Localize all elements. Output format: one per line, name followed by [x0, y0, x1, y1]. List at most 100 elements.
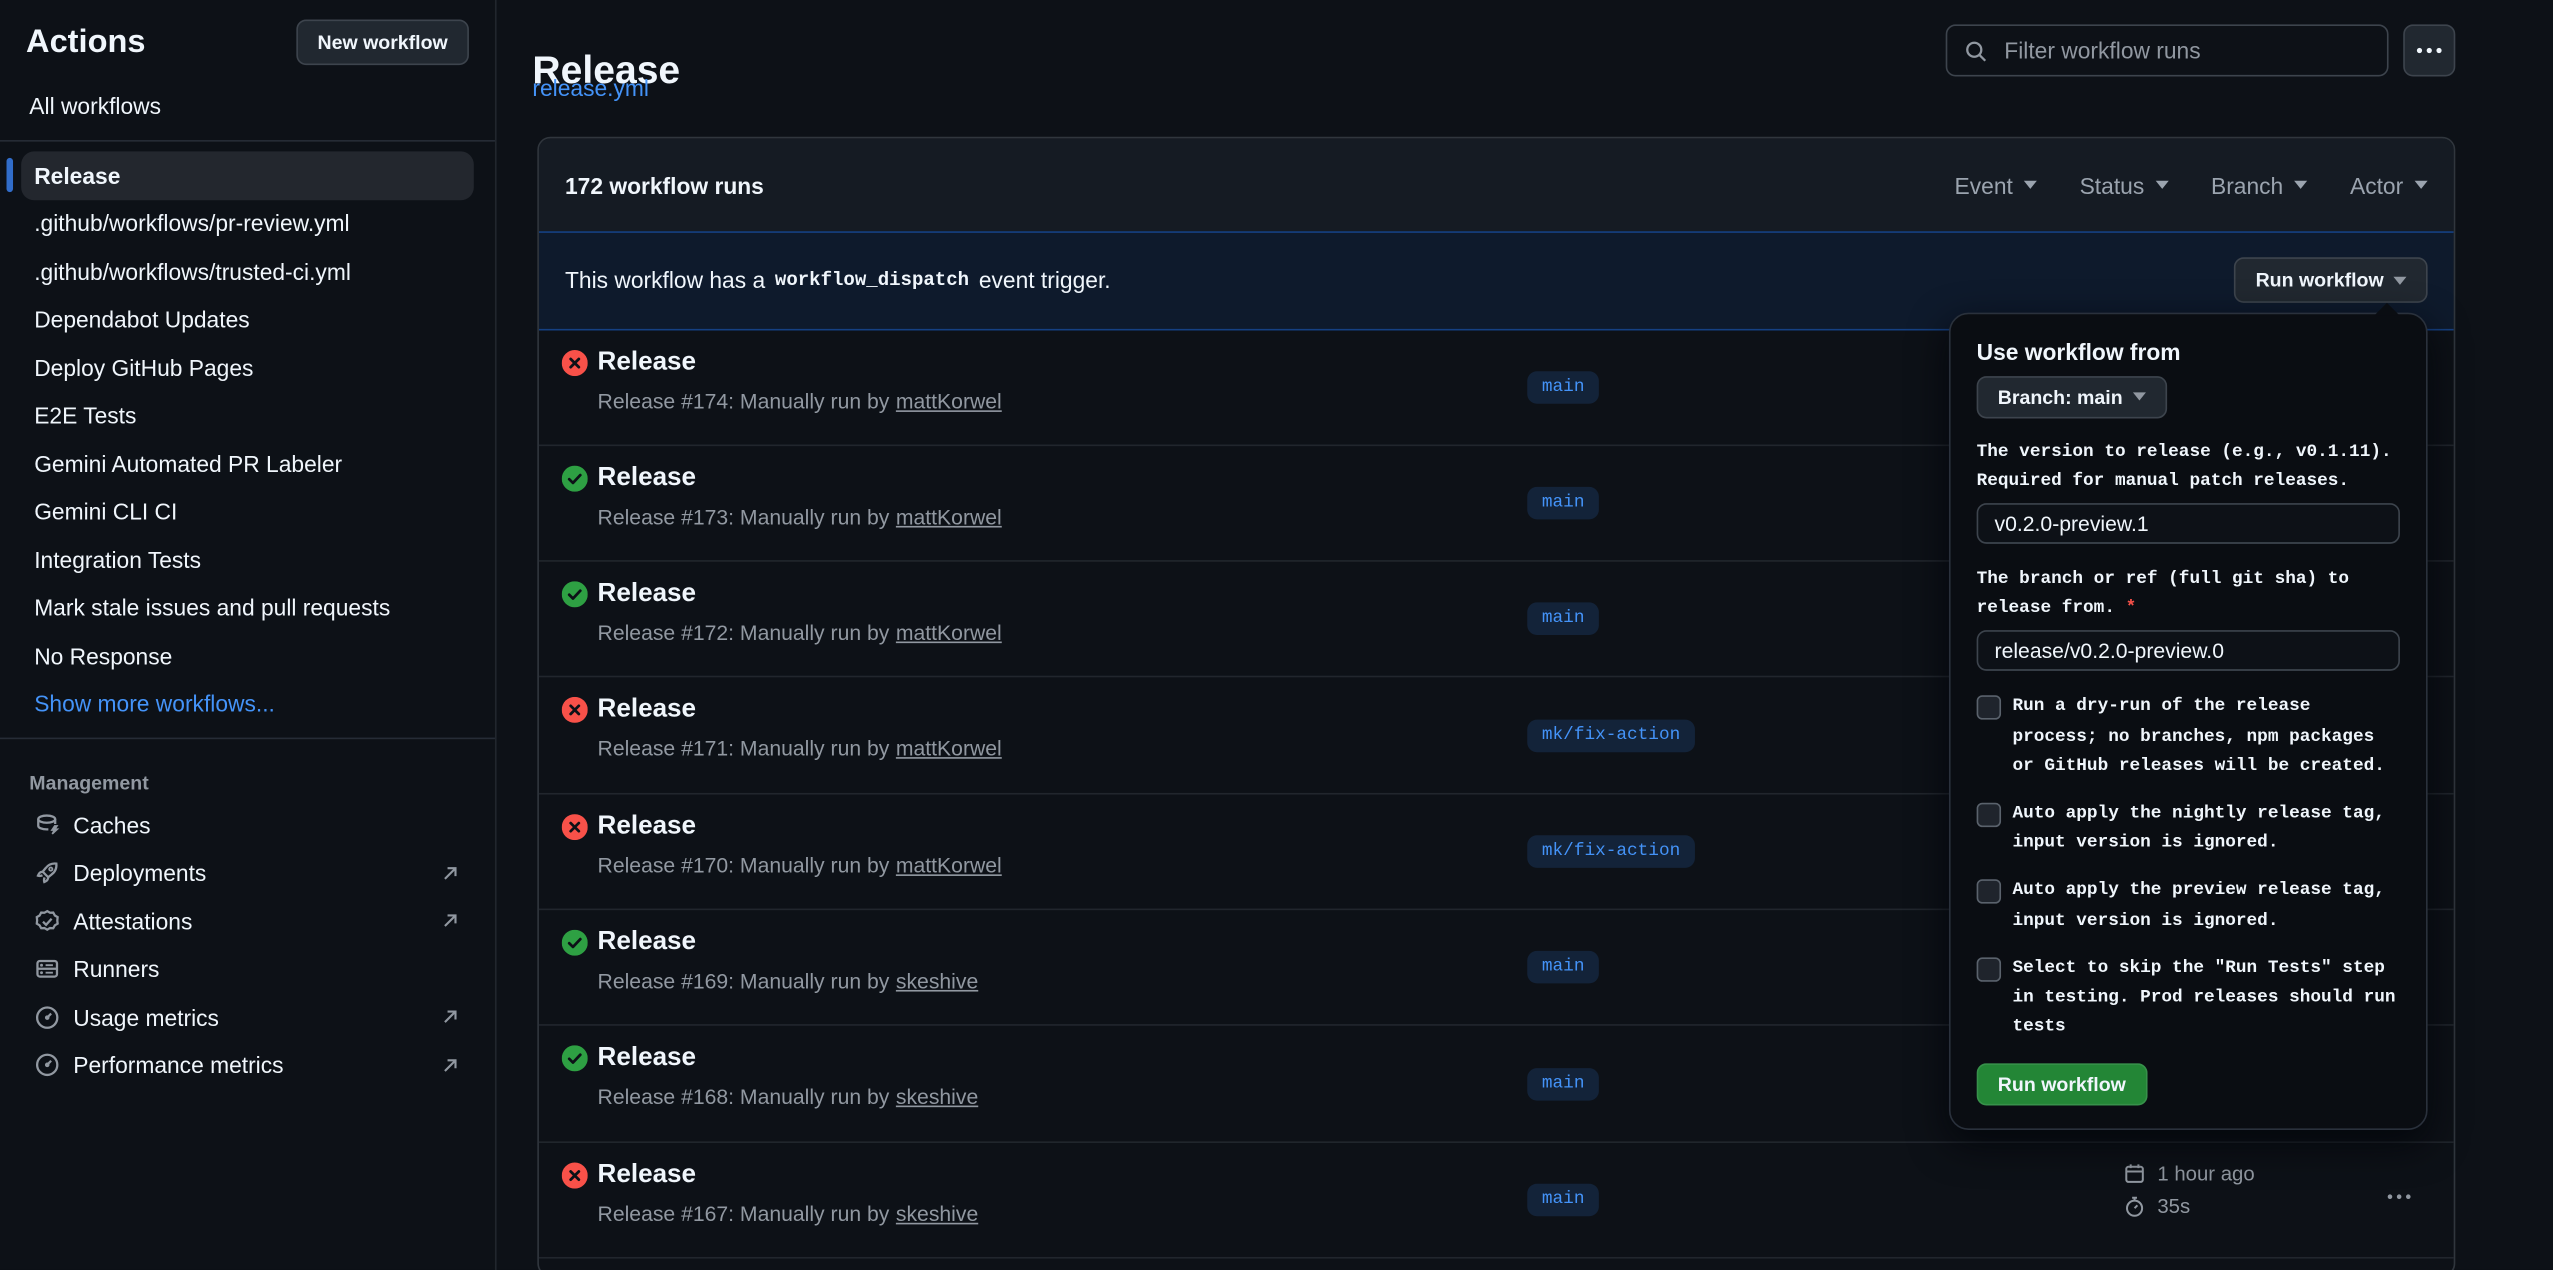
workflow-list: Release .github/workflows/pr-review.yml …: [0, 151, 495, 727]
actor-filter-dropdown[interactable]: Actor: [2350, 172, 2428, 198]
run-duration: 35s: [2157, 1195, 2190, 1219]
chevron-down-icon: [2024, 181, 2037, 189]
sidebar-item-gemini-pr-labeler[interactable]: Gemini Automated PR Labeler: [21, 440, 474, 488]
preview-tag-option: Auto apply the preview release tag, inpu…: [1977, 877, 2400, 936]
branch-filter-dropdown[interactable]: Branch: [2211, 172, 2308, 198]
sidebar-item-performance-metrics[interactable]: Performance metrics: [21, 1041, 474, 1089]
new-workflow-button[interactable]: New workflow: [296, 20, 469, 66]
run-title-link[interactable]: Release: [598, 464, 697, 492]
version-input[interactable]: [1977, 503, 2400, 544]
external-link-icon: [440, 1055, 461, 1076]
run-description: Release #171: Manually run bymattKorwel: [598, 737, 1002, 761]
sidebar-item-usage-metrics[interactable]: Usage metrics: [21, 993, 474, 1041]
branch-select-button[interactable]: Branch: main: [1977, 375, 2167, 417]
run-actor-link[interactable]: mattKorwel: [896, 504, 1002, 528]
sidebar-item-deploy-github-pages[interactable]: Deploy GitHub Pages: [21, 344, 474, 392]
run-actor-link[interactable]: mattKorwel: [896, 737, 1002, 761]
server-icon: [34, 956, 60, 982]
branch-label[interactable]: main: [1527, 951, 1599, 984]
sidebar-item-gemini-cli-ci[interactable]: Gemini CLI CI: [21, 488, 474, 536]
sidebar-divider: [0, 738, 495, 740]
run-title-link[interactable]: Release: [598, 1044, 697, 1072]
sidebar-item-pr-review[interactable]: .github/workflows/pr-review.yml: [21, 199, 474, 247]
nightly-tag-checkbox[interactable]: [1977, 803, 2001, 827]
sidebar-item-label: Usage metrics: [73, 1004, 219, 1030]
workflow-file-link[interactable]: release.yml: [532, 75, 649, 101]
run-options-kebab-button[interactable]: [2387, 1178, 2411, 1204]
chevron-down-icon: [2415, 181, 2428, 189]
sidebar-item-e2e-tests[interactable]: E2E Tests: [21, 392, 474, 440]
sidebar: Actions New workflow All workflows Relea…: [0, 0, 497, 1270]
branch-label[interactable]: main: [1527, 1067, 1599, 1100]
run-description: Release #174: Manually run bymattKorwel: [598, 388, 1002, 412]
branch-label[interactable]: main: [1527, 1184, 1599, 1217]
sidebar-item-caches[interactable]: Caches: [21, 801, 474, 849]
preview-tag-checkbox[interactable]: [1977, 880, 2001, 904]
checkbox-label: Select to skip the "Run Tests" step in t…: [2012, 954, 2396, 1043]
sidebar-item-deployments[interactable]: Deployments: [21, 849, 474, 897]
sidebar-item-all-workflows[interactable]: All workflows: [0, 81, 495, 130]
run-actor-link[interactable]: skeshive: [896, 1085, 978, 1109]
sidebar-item-label: Caches: [73, 812, 150, 838]
branch-label[interactable]: main: [1527, 487, 1599, 520]
branch-label[interactable]: main: [1527, 371, 1599, 404]
skip-tests-option: Select to skip the "Run Tests" step in t…: [1977, 954, 2400, 1043]
run-title-link[interactable]: Release: [598, 812, 697, 840]
management-list: Caches Deployments: [0, 801, 495, 1089]
success-icon: [562, 930, 588, 956]
run-actor-link[interactable]: mattKorwel: [896, 388, 1002, 412]
branch-label[interactable]: main: [1527, 603, 1599, 636]
run-actor-link[interactable]: skeshive: [896, 1201, 978, 1225]
sidebar-item-mark-stale[interactable]: Mark stale issues and pull requests: [21, 584, 474, 632]
sidebar-item-dependabot-updates[interactable]: Dependabot Updates: [21, 296, 474, 344]
run-description: Release #170: Manually run bymattKorwel: [598, 853, 1002, 877]
meter-icon: [34, 1004, 60, 1030]
workflow-options-kebab-button[interactable]: [2403, 24, 2455, 76]
skip-tests-checkbox[interactable]: [1977, 957, 2001, 981]
sidebar-divider: [0, 140, 495, 142]
branch-label[interactable]: mk/fix-action: [1527, 835, 1695, 868]
sidebar-item-label: Attestations: [73, 908, 192, 934]
dry-run-checkbox[interactable]: [1977, 696, 2001, 720]
branch-ref-input[interactable]: [1977, 631, 2400, 672]
sidebar-item-trusted-ci[interactable]: .github/workflows/trusted-ci.yml: [21, 247, 474, 295]
run-title-link[interactable]: Release: [598, 928, 697, 956]
stopwatch-icon: [2123, 1196, 2146, 1219]
run-title-link[interactable]: Release: [598, 348, 697, 376]
branch-label[interactable]: mk/fix-action: [1527, 719, 1695, 752]
run-description: Release #168: Manually run byskeshive: [598, 1085, 979, 1109]
event-filter-dropdown[interactable]: Event: [1955, 172, 2038, 198]
run-title-link[interactable]: Release: [598, 696, 697, 724]
chevron-down-icon: [2295, 181, 2308, 189]
sidebar-item-no-response[interactable]: No Response: [21, 632, 474, 680]
workflow-run-row: Release Release #167: Manually run byske…: [539, 1143, 2454, 1259]
external-link-icon: [440, 863, 461, 884]
run-workflow-submit-button[interactable]: Run workflow: [1977, 1064, 2147, 1106]
success-icon: [562, 582, 588, 608]
cache-icon: [34, 812, 60, 838]
success-icon: [562, 1046, 588, 1072]
sidebar-item-release[interactable]: Release: [21, 151, 474, 199]
show-more-workflows-link[interactable]: Show more workflows...: [21, 680, 474, 728]
run-title-link[interactable]: Release: [598, 580, 697, 608]
status-filter-dropdown[interactable]: Status: [2080, 172, 2169, 198]
filter-workflow-runs-input[interactable]: [2001, 36, 2371, 65]
workflow-run-row: [539, 1259, 2454, 1270]
calendar-icon: [2123, 1163, 2146, 1186]
run-workflow-dropdown-button[interactable]: Run workflow: [2234, 258, 2427, 304]
sidebar-item-integration-tests[interactable]: Integration Tests: [21, 536, 474, 584]
run-actor-link[interactable]: mattKorwel: [896, 621, 1002, 645]
run-title-link[interactable]: Release: [598, 1161, 697, 1189]
runs-filters: Event Status Branch Actor: [1955, 172, 2428, 198]
run-description: Release #172: Manually run bymattKorwel: [598, 621, 1002, 645]
run-actor-link[interactable]: skeshive: [896, 969, 978, 993]
sidebar-item-attestations[interactable]: Attestations: [21, 897, 474, 945]
sidebar-item-runners[interactable]: Runners: [21, 945, 474, 993]
failure-icon: [562, 814, 588, 840]
run-description: Release #167: Manually run byskeshive: [598, 1201, 979, 1225]
version-field-description: The version to release (e.g., v0.1.11). …: [1977, 437, 2400, 496]
run-description: Release #173: Manually run bymattKorwel: [598, 504, 1002, 528]
runs-card-header: 172 workflow runs Event Status Branch Ac…: [539, 138, 2454, 231]
run-actor-link[interactable]: mattKorwel: [896, 853, 1002, 877]
management-section-label: Management: [0, 749, 495, 801]
